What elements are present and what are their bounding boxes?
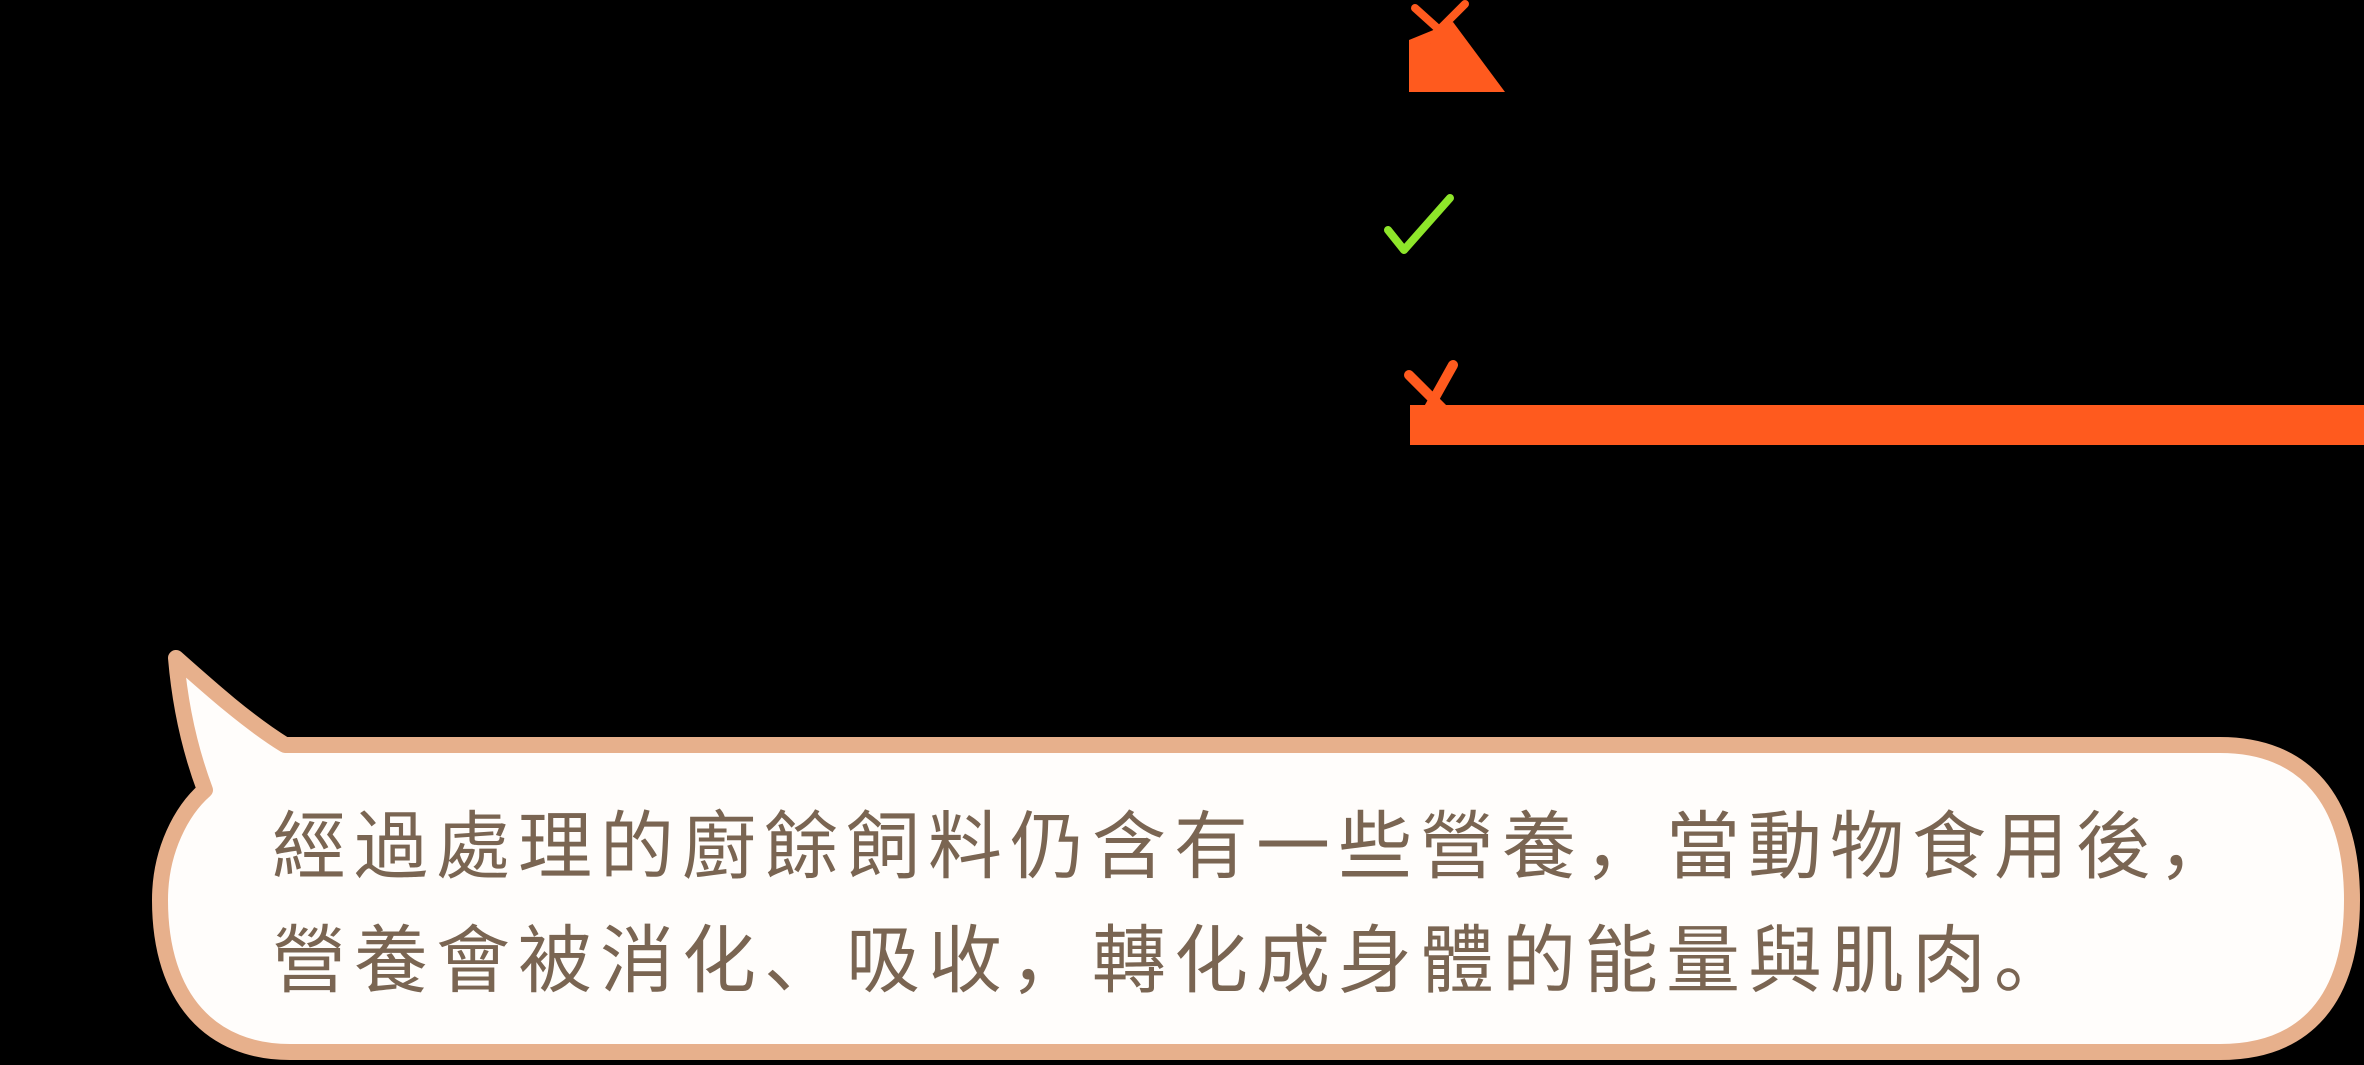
speech-bubble-text: 經過處理的廚餘飼料仍含有一些營養，當動物食用後，營養會被消化、吸收，轉化成身體的…	[272, 804, 2240, 1004]
